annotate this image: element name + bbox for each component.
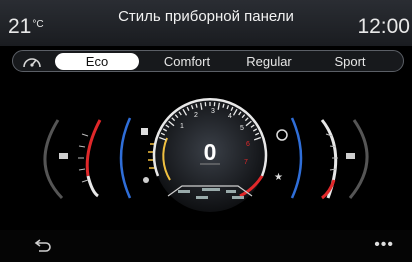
indicator-icon xyxy=(143,177,149,183)
speed-readout: 0 xyxy=(204,139,217,165)
speedometer-icon[interactable] xyxy=(21,53,43,70)
tacho-tick-7: 7 xyxy=(244,159,248,166)
tacho-tick-1: 1 xyxy=(180,123,184,130)
dashboard-preview: 1 2 3 4 5 6 7 0 ★ xyxy=(43,97,369,212)
tab-regular[interactable]: Regular xyxy=(233,53,305,70)
tacho-tick-2: 2 xyxy=(194,112,198,119)
page-title: Стиль приборной панели xyxy=(118,8,294,25)
bottom-bar: ••• xyxy=(0,230,412,262)
tab-eco[interactable]: Eco xyxy=(55,53,139,70)
top-bar: 21°C Стиль приборной панели 12:00 xyxy=(0,0,412,46)
temp-icon xyxy=(346,153,355,159)
tacho-tick-3: 3 xyxy=(211,108,215,115)
clock: 12:00 xyxy=(357,15,410,38)
left-blue-arc xyxy=(119,117,132,199)
tacho-tick-4: 4 xyxy=(228,113,232,120)
tab-comfort[interactable]: Comfort xyxy=(149,53,225,70)
right-info-column: ★ xyxy=(274,129,288,183)
tacho-tick-6: 6 xyxy=(246,141,250,148)
star-icon: ★ xyxy=(274,172,283,183)
tachometer: 1 2 3 4 5 6 7 0 xyxy=(152,97,268,212)
dashboard-style-tabs: Eco Comfort Regular Sport xyxy=(12,50,404,72)
tab-sport[interactable]: Sport xyxy=(313,53,387,70)
tacho-tick-5: 5 xyxy=(240,125,244,132)
more-icon[interactable]: ••• xyxy=(374,237,394,253)
fuel-icon xyxy=(59,153,68,159)
back-arrow-icon[interactable] xyxy=(34,237,52,253)
right-blue-arc xyxy=(290,117,303,199)
warning-circle-icon xyxy=(276,129,288,141)
left-side-gauge xyxy=(43,119,102,200)
right-side-gauge xyxy=(320,119,369,200)
info-square-icon xyxy=(141,128,148,135)
